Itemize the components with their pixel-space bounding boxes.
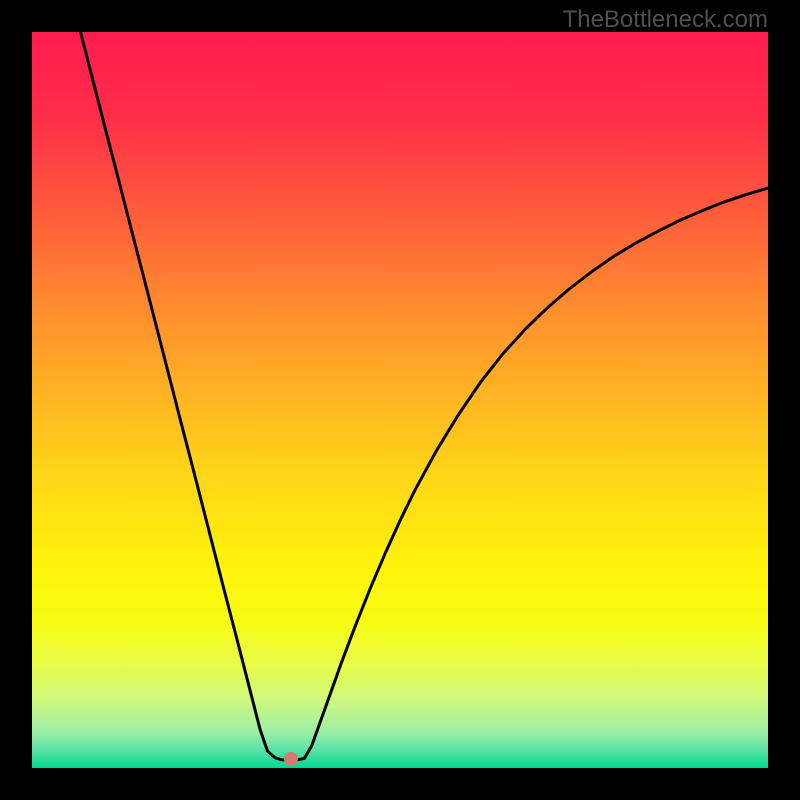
bottleneck-curve <box>32 32 768 768</box>
watermark-text: TheBottleneck.com <box>563 6 768 34</box>
chart-frame: TheBottleneck.com <box>0 0 800 800</box>
plot-area <box>32 32 768 768</box>
